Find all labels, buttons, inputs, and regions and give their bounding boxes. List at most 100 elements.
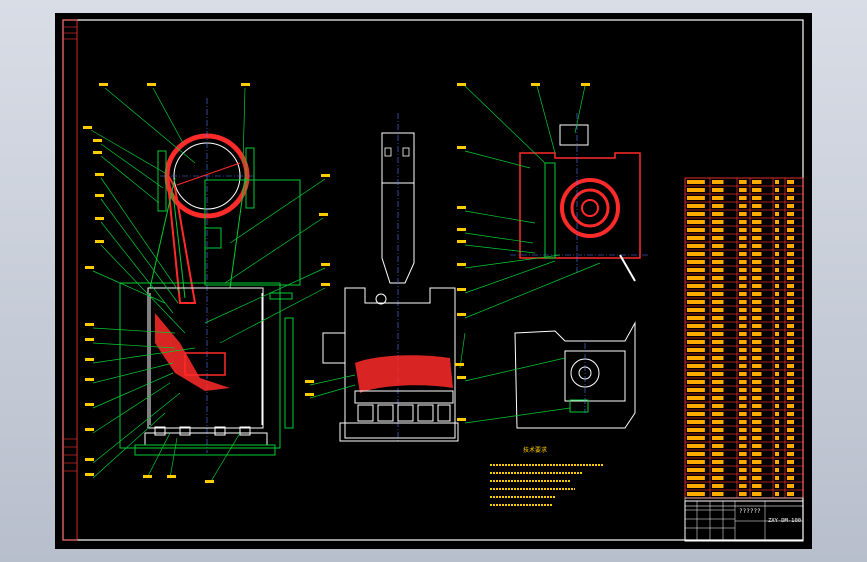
bom-cell-text [739, 476, 747, 480]
bom-cell-text [752, 476, 762, 480]
bom-cell-text [752, 188, 762, 192]
bom-cell-text [739, 404, 747, 408]
bom-cell-text [687, 452, 705, 456]
bom-cell-text [752, 452, 762, 456]
frame-column [149, 177, 246, 289]
column-block [204, 227, 222, 249]
bom-cell-text [712, 436, 724, 440]
tech-notes-lines [490, 464, 603, 506]
bom-cell-text [752, 180, 762, 184]
housing-top-cap [559, 124, 589, 146]
tech-notes: 技术要求 [490, 446, 603, 506]
callout-mark [85, 428, 94, 431]
bom-cell-text [739, 324, 747, 328]
housing-outline [519, 152, 641, 259]
section-view-leaders [464, 85, 601, 319]
bom-cell-text [752, 316, 762, 320]
guide-frame [204, 179, 301, 286]
bom-cell-text [787, 388, 794, 392]
bom-cell-text [775, 268, 779, 272]
bom-cell-text [787, 292, 794, 296]
callout-mark [457, 288, 466, 291]
bom-cell-text [775, 196, 779, 200]
bom-cell-text [739, 276, 747, 280]
bom-cell-text [752, 412, 762, 416]
bom-cell-text [775, 220, 779, 224]
worm-shaft [544, 162, 556, 259]
bom-cell-text [775, 412, 779, 416]
bom-cell-text [712, 324, 724, 328]
bom-cell-text [712, 340, 724, 344]
bom-cell-text [787, 204, 794, 208]
bom-cell-text [787, 252, 794, 256]
bom-cell-text [787, 468, 794, 472]
bom-cell-text [775, 284, 779, 288]
bom-cell-text [752, 396, 762, 400]
bom-cell-text [752, 332, 762, 336]
bom-cell-text [739, 356, 747, 360]
bom-cell-text [687, 236, 705, 240]
bom-cell-text [687, 284, 705, 288]
bom-cell-text [775, 388, 779, 392]
section-view [464, 85, 650, 319]
bom-cell-text [752, 348, 762, 352]
bom-cell-text [775, 228, 779, 232]
gear-spoke [176, 162, 241, 186]
bom-cell-text [687, 396, 705, 400]
callout-mark [95, 194, 104, 197]
callout-mark [457, 418, 466, 421]
bom-cell-text [787, 484, 794, 488]
bom-cell-text [787, 196, 794, 200]
bom-cell-text [687, 180, 705, 184]
bom-cell-text [787, 404, 794, 408]
callout-mark [457, 228, 466, 231]
bom-cell-text [739, 396, 747, 400]
bom-cell-text [687, 212, 705, 216]
bom-cell-text [775, 252, 779, 256]
callout-mark [85, 338, 94, 341]
callout-mark [457, 146, 466, 149]
bom-cell-text [712, 388, 724, 392]
callout-mark [455, 363, 464, 366]
bom-cell-text [752, 356, 762, 360]
bom-cell-text [712, 180, 724, 184]
callout-mark [93, 151, 102, 154]
cad-drawing: 技术要求 ?????? ZXY-DM-100 [62, 19, 804, 542]
bom-cell-text [787, 476, 794, 480]
press-body [119, 282, 281, 449]
bom-cell-text [787, 188, 794, 192]
bom-cell-text [775, 428, 779, 432]
bom-cell-text [739, 300, 747, 304]
bom-cell-text [712, 460, 724, 464]
bom-cell-text [787, 276, 794, 280]
callout-mark [457, 240, 466, 243]
bom-cell-text [752, 268, 762, 272]
bom-cell-text [775, 180, 779, 184]
part-view-leaders [464, 357, 571, 424]
bom-cell-text [687, 244, 705, 248]
bom-cell-text [752, 276, 762, 280]
bom-cell-text [739, 284, 747, 288]
bom-cell-text [712, 452, 724, 456]
bom-cell-text [687, 412, 705, 416]
bom-cell-text [739, 340, 747, 344]
callout-mark [457, 206, 466, 209]
title-block: ?????? ZXY-DM-100 [684, 500, 804, 542]
bom-cell-text [687, 228, 705, 232]
bom-cell-text [775, 244, 779, 248]
side-die-section [355, 355, 453, 393]
bom-cell-text [712, 332, 724, 336]
bom-cell-text [739, 348, 747, 352]
callout-mark [85, 323, 94, 326]
callout-mark [85, 403, 94, 406]
callout-mark [581, 83, 590, 86]
bom-cell-text [712, 396, 724, 400]
bom-cell-text [739, 412, 747, 416]
bom-cell-text [787, 268, 794, 272]
bom-cell-text [687, 220, 705, 224]
callout-mark [305, 393, 314, 396]
bom-cell-text [775, 292, 779, 296]
bom-cell-text [752, 444, 762, 448]
bom-cell-text [752, 220, 762, 224]
bom-cell-text [787, 220, 794, 224]
